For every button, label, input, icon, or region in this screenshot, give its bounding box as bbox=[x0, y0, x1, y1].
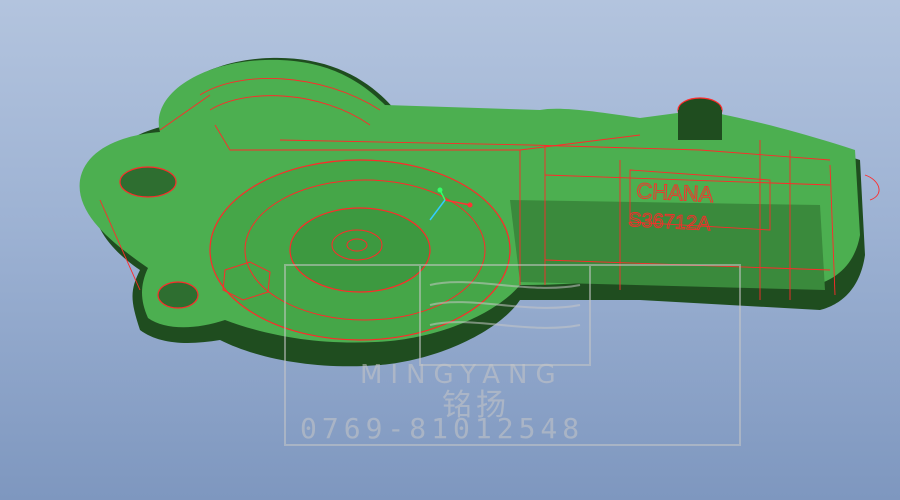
watermark-phone: 0769-81012548 bbox=[300, 412, 585, 445]
mount-boss-top-stem bbox=[678, 110, 722, 140]
engraving-part: S36712A bbox=[628, 209, 712, 235]
engraving-brand: CHANA bbox=[636, 178, 715, 207]
gear-hub bbox=[289, 207, 431, 293]
mount-hole-left bbox=[119, 166, 177, 198]
model-viewport[interactable]: CHANA S36712A MINGYANG 铭扬 0769-81012548 bbox=[0, 0, 900, 500]
mount-hole-bottom bbox=[157, 281, 199, 309]
